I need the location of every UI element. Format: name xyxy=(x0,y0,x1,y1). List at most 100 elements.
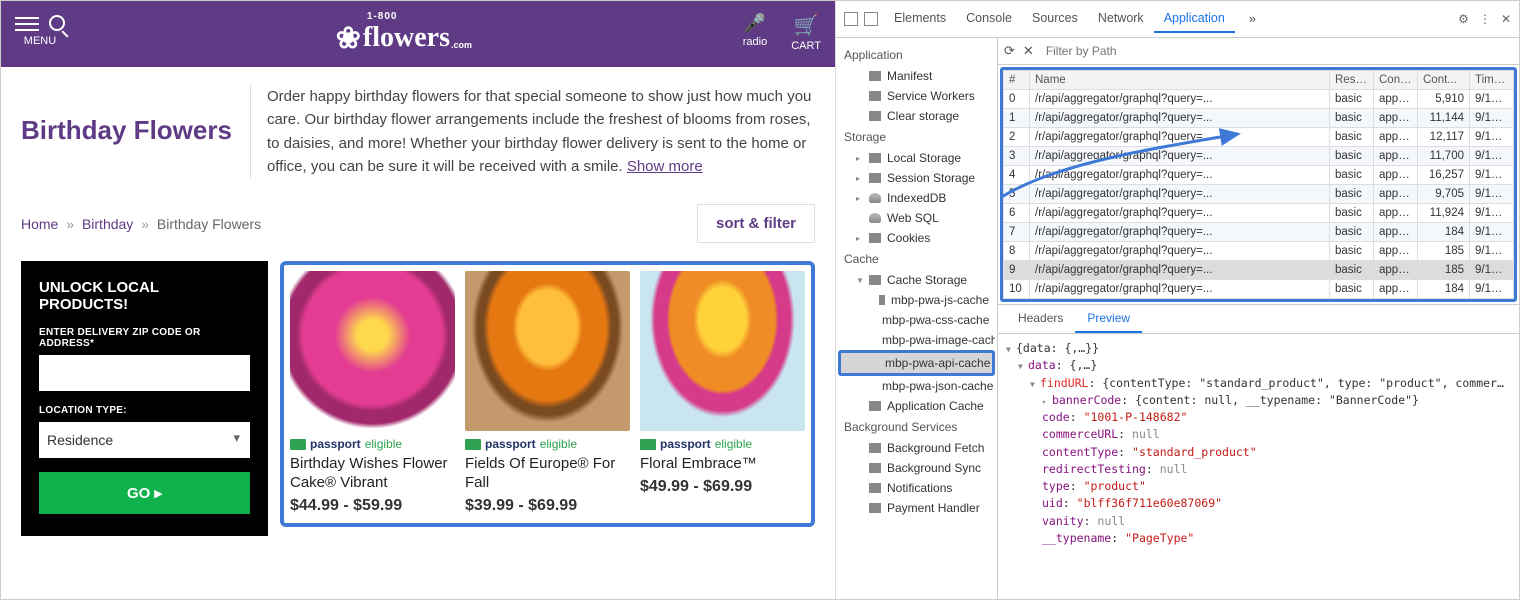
storage-icon xyxy=(869,401,881,411)
show-more-link[interactable]: Show more xyxy=(627,158,703,175)
crumb-home[interactable]: Home xyxy=(21,216,58,232)
menu-button[interactable]: MENU xyxy=(15,17,65,47)
column-header[interactable]: # xyxy=(1004,71,1030,90)
sort-filter-button[interactable]: sort & filter xyxy=(697,204,815,243)
page-description: Order happy birthday flowers for that sp… xyxy=(250,85,815,178)
table-row[interactable]: 10/r/api/aggregator/graphql?query=...bas… xyxy=(1004,280,1514,299)
sidebar-item[interactable]: ▸IndexedDB xyxy=(838,188,995,208)
table-row[interactable]: 2/r/api/aggregator/graphql?query=...basi… xyxy=(1004,128,1514,147)
site-logo[interactable]: ❀ 1-800 flowers .com xyxy=(336,11,472,54)
column-header[interactable]: Name xyxy=(1030,71,1330,90)
passport-badge: passport eligible xyxy=(465,437,630,451)
devtools-tab-sources[interactable]: Sources xyxy=(1022,5,1088,33)
devtools-tab-network[interactable]: Network xyxy=(1088,5,1154,33)
column-header[interactable]: Time ... xyxy=(1470,71,1514,90)
passport-badge: passport eligible xyxy=(290,437,455,451)
sidebar-item[interactable]: Manifest xyxy=(838,66,995,86)
storage-icon xyxy=(869,503,881,513)
cache-toolbar: ⟳ ✕ xyxy=(998,38,1519,65)
cart-button[interactable]: 🛒 CART xyxy=(791,13,821,52)
product-price: $49.99 - $69.99 xyxy=(640,478,805,496)
storage-icon xyxy=(869,111,881,121)
breadcrumb: Home » Birthday » Birthday Flowers xyxy=(21,216,261,232)
product-card[interactable]: passport eligible Floral Embrace™ $49.99 -… xyxy=(640,271,805,515)
product-name: Birthday Wishes Flower Cake® Vibrant xyxy=(290,455,455,493)
cache-table-highlight: #NameResp...Cont...Cont...Time ... 0/r/a… xyxy=(1000,67,1517,302)
cache-table[interactable]: #NameResp...Cont...Cont...Time ... 0/r/a… xyxy=(1003,70,1514,299)
table-row[interactable]: 8/r/api/aggregator/graphql?query=...basi… xyxy=(1004,242,1514,261)
close-icon[interactable]: ✕ xyxy=(1501,12,1511,26)
device-icon[interactable] xyxy=(864,12,878,26)
refresh-icon[interactable]: ⟳ xyxy=(1004,43,1015,59)
sidebar-item[interactable]: mbp-pwa-css-cache xyxy=(838,310,995,330)
sidebar-item[interactable]: mbp-pwa-json-cache xyxy=(838,376,995,396)
column-header[interactable]: Cont... xyxy=(1418,71,1470,90)
sidebar-item[interactable]: Web SQL xyxy=(838,208,995,228)
sidebar-item[interactable]: Payment Handler xyxy=(838,498,995,518)
inspect-icon[interactable] xyxy=(844,12,858,26)
devtools-tab-elements[interactable]: Elements xyxy=(884,5,956,33)
zip-input[interactable] xyxy=(39,355,250,391)
sidebar-item[interactable]: mbp-pwa-api-cache xyxy=(838,350,995,376)
table-row[interactable]: 1/r/api/aggregator/graphql?query=...basi… xyxy=(1004,109,1514,128)
site-topbar: MENU ❀ 1-800 flowers .com 🎤 radio xyxy=(1,1,835,67)
product-name: Floral Embrace™ xyxy=(640,455,805,474)
preview-pane[interactable]: ▼{data: {,…}}▼data: {,…}▼findURL: {conte… xyxy=(998,334,1519,599)
storage-icon xyxy=(869,233,881,243)
sidebar-item[interactable]: Background Fetch xyxy=(838,438,995,458)
pane-tab-headers[interactable]: Headers xyxy=(1006,305,1075,333)
product-image xyxy=(290,271,455,431)
location-type-label: LOCATION TYPE: xyxy=(39,405,250,416)
flower-icon: ❀ xyxy=(336,24,361,54)
table-row[interactable]: 6/r/api/aggregator/graphql?query=...basi… xyxy=(1004,204,1514,223)
devtools-tab-application[interactable]: Application xyxy=(1154,5,1235,33)
column-header[interactable]: Resp... xyxy=(1330,71,1374,90)
product-card[interactable]: passport eligible Fields Of Europe® For F… xyxy=(465,271,630,515)
kebab-icon[interactable]: ⋮ xyxy=(1479,12,1491,26)
go-button[interactable]: GO ▸ xyxy=(39,472,250,514)
pane-tab-preview[interactable]: Preview xyxy=(1075,305,1142,333)
table-row[interactable]: 5/r/api/aggregator/graphql?query=...basi… xyxy=(1004,185,1514,204)
menu-label: MENU xyxy=(24,35,56,47)
passport-badge: passport eligible xyxy=(640,437,805,451)
storage-icon xyxy=(869,443,881,453)
sidebar-section: Application xyxy=(838,44,995,66)
crumb-birthday[interactable]: Birthday xyxy=(82,216,133,232)
mic-icon: 🎤 xyxy=(744,13,766,34)
sidebar-item[interactable]: Application Cache xyxy=(838,396,995,416)
tabs-overflow[interactable]: » xyxy=(1239,6,1266,32)
sidebar-item[interactable]: ▸Session Storage xyxy=(838,168,995,188)
sidebar-item[interactable]: Clear storage xyxy=(838,106,995,126)
gear-icon[interactable]: ⚙ xyxy=(1458,12,1469,26)
product-card[interactable]: passport eligible Birthday Wishes Flower … xyxy=(290,271,455,515)
sidebar-item[interactable]: ▼Cache Storage xyxy=(838,270,995,290)
devtools-tabbar: ElementsConsoleSourcesNetworkApplication… xyxy=(836,1,1519,38)
product-name: Fields Of Europe® For Fall xyxy=(465,455,630,493)
table-row[interactable]: 0/r/api/aggregator/graphql?query=...basi… xyxy=(1004,90,1514,109)
table-row[interactable]: 9/r/api/aggregator/graphql?query=...basi… xyxy=(1004,261,1514,280)
table-row[interactable]: 7/r/api/aggregator/graphql?query=...basi… xyxy=(1004,223,1514,242)
sidebar-item[interactable]: ▸Cookies xyxy=(838,228,995,248)
clear-icon[interactable]: ✕ xyxy=(1023,43,1034,59)
radio-button[interactable]: 🎤 radio xyxy=(743,13,767,52)
location-type-select[interactable]: Residence xyxy=(39,422,250,458)
devtools-tab-console[interactable]: Console xyxy=(956,5,1022,33)
sidebar-item[interactable]: Background Sync xyxy=(838,458,995,478)
sidebar-item[interactable]: ▸Local Storage xyxy=(838,148,995,168)
filter-input[interactable] xyxy=(1042,42,1513,60)
column-header[interactable]: Cont... xyxy=(1374,71,1418,90)
sidebar-item[interactable]: mbp-pwa-js-cache xyxy=(838,290,995,310)
table-row[interactable]: 4/r/api/aggregator/graphql?query=...basi… xyxy=(1004,166,1514,185)
storage-icon xyxy=(869,213,881,223)
sidebar-item[interactable]: Notifications xyxy=(838,478,995,498)
storage-icon xyxy=(869,193,881,203)
sidebar-section: Storage xyxy=(838,126,995,148)
hamburger-icon xyxy=(15,23,39,25)
sidebar-item[interactable]: mbp-pwa-image-cache xyxy=(838,330,995,350)
cart-icon: 🛒 xyxy=(794,13,819,38)
sidebar-item[interactable]: Service Workers xyxy=(838,86,995,106)
devtools-panel: ElementsConsoleSourcesNetworkApplication… xyxy=(836,1,1519,599)
crumb-current: Birthday Flowers xyxy=(157,216,261,232)
table-row[interactable]: 3/r/api/aggregator/graphql?query=...basi… xyxy=(1004,147,1514,166)
website-panel: MENU ❀ 1-800 flowers .com 🎤 radio xyxy=(1,1,836,599)
